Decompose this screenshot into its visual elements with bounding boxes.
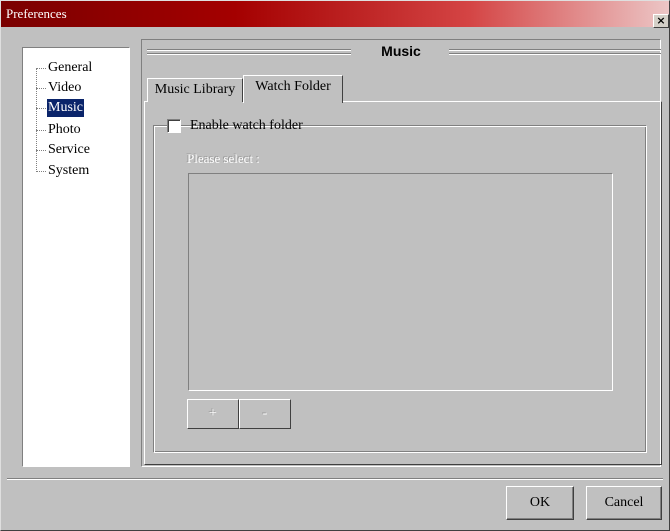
title-bar[interactable]: Preferences ×	[1, 1, 669, 28]
tree-item-label: General	[48, 60, 93, 75]
tree-item-label: Music	[47, 99, 84, 117]
folder-list[interactable]	[188, 173, 613, 391]
header-rule	[449, 49, 661, 51]
add-folder-button[interactable]: +	[187, 399, 239, 429]
enable-watch-folder-option[interactable]: Enable watch folder	[167, 117, 303, 135]
header-rule	[449, 53, 661, 55]
tree-branch	[36, 150, 46, 151]
remove-folder-button[interactable]: -	[239, 399, 291, 429]
tree-branch	[36, 68, 46, 69]
preferences-window: Preferences × General Video Music Photo …	[0, 0, 670, 531]
tree-item-service[interactable]: Service	[36, 141, 126, 159]
tab-music-library[interactable]: Music Library	[147, 78, 243, 102]
cancel-button[interactable]: Cancel	[586, 486, 662, 520]
tab-watch-folder[interactable]: Watch Folder	[243, 75, 343, 103]
tree-item-photo[interactable]: Photo	[36, 121, 126, 139]
header-rule	[147, 49, 351, 51]
tree-branch	[36, 130, 46, 131]
tree-item-video[interactable]: Video	[36, 79, 126, 97]
enable-watch-folder-label: Enable watch folder	[190, 118, 303, 133]
please-select-label: Please select :	[187, 151, 260, 166]
tree-item-label: Photo	[48, 122, 81, 137]
window-title: Preferences	[6, 6, 67, 21]
section-title: Music	[381, 43, 421, 59]
tree-branch	[36, 108, 46, 109]
category-tree: General Video Music Photo Service System	[22, 47, 130, 467]
tree-item-label: Service	[48, 142, 90, 157]
ok-button[interactable]: OK	[506, 486, 574, 520]
close-button[interactable]: ×	[653, 14, 669, 28]
close-icon: ×	[656, 14, 666, 27]
tree-item-system[interactable]: System	[36, 162, 126, 180]
tree-item-label: Video	[48, 80, 82, 95]
tree-branch	[36, 171, 46, 172]
tree-item-music[interactable]: Music	[36, 99, 126, 117]
tree-item-label: System	[48, 163, 90, 178]
tree-item-general[interactable]: General	[36, 59, 126, 77]
tree-branch	[36, 88, 46, 89]
enable-watch-folder-checkbox[interactable]	[167, 119, 181, 133]
header-rule	[147, 53, 351, 55]
footer-separator	[7, 478, 663, 480]
